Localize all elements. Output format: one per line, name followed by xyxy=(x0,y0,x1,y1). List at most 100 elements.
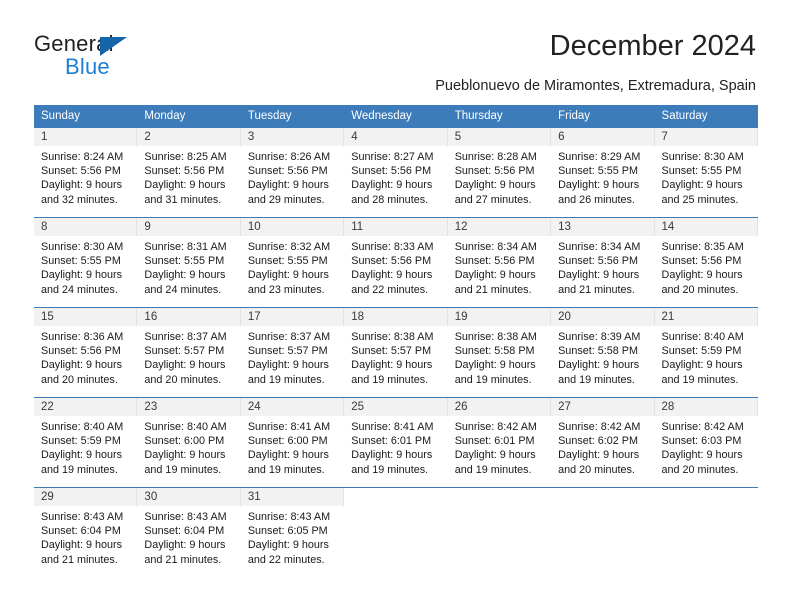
sunrise-text: Sunrise: 8:43 AM xyxy=(41,511,124,523)
calendar-day-cell[interactable]: 7 Sunrise: 8:30 AM Sunset: 5:55 PM Daylight… xyxy=(654,127,758,218)
calendar-empty-cell xyxy=(344,487,448,577)
sunset-text: Sunset: 5:56 PM xyxy=(454,255,535,268)
calendar-day-cell[interactable]: 8 Sunrise: 8:30 AM Sunset: 5:55 PM Daylight… xyxy=(34,217,138,308)
daylight-text-line1: Daylight: 9 hours xyxy=(41,269,123,282)
day-details xyxy=(551,506,654,510)
sunset-text: Sunset: 5:56 PM xyxy=(41,165,121,178)
daylight-text-line2: and 20 minutes. xyxy=(661,463,739,476)
day-details: Sunrise: 8:33 AM Sunset: 5:56 PM Daylight:… xyxy=(344,236,447,297)
calendar-empty-cell xyxy=(447,487,552,577)
daylight-text-line2: and 19 minutes. xyxy=(454,373,532,386)
sunset-text: Sunset: 5:56 PM xyxy=(351,255,432,268)
calendar-day-cell[interactable]: 27 Sunrise: 8:42 AM Sunset: 6:02 PM Dayligh… xyxy=(551,397,655,488)
day-number: 2 xyxy=(137,128,241,146)
daylight-text-line2: and 19 minutes. xyxy=(661,373,739,386)
calendar-day-cell[interactable]: 2 Sunrise: 8:25 AM Sunset: 5:56 PM Daylight… xyxy=(137,127,241,218)
calendar-day-cell[interactable]: 18 Sunrise: 8:38 AM Sunset: 5:57 PM Dayligh… xyxy=(344,307,448,398)
day-details: Sunrise: 8:38 AM Sunset: 5:57 PM Daylight:… xyxy=(344,326,447,387)
daylight-text-line1: Daylight: 9 hours xyxy=(351,359,433,372)
calendar-day-cell[interactable]: 17 Sunrise: 8:37 AM Sunset: 5:57 PM Dayligh… xyxy=(240,307,345,398)
day-number: 17 xyxy=(240,308,345,326)
day-number: 19 xyxy=(447,308,552,326)
day-number xyxy=(344,488,448,506)
day-details: Sunrise: 8:26 AM Sunset: 5:56 PM Daylight:… xyxy=(241,146,344,207)
daylight-text-line1: Daylight: 9 hours xyxy=(351,179,433,192)
sunrise-text: Sunrise: 8:29 AM xyxy=(558,151,641,163)
daylight-text-line1: Daylight: 9 hours xyxy=(558,179,640,192)
day-details xyxy=(655,506,758,510)
calendar-day-cell[interactable]: 30 Sunrise: 8:43 AM Sunset: 6:04 PM Dayligh… xyxy=(137,487,241,577)
sunset-text: Sunset: 5:55 PM xyxy=(558,165,638,178)
day-number: 18 xyxy=(344,308,448,326)
sunrise-text: Sunrise: 8:31 AM xyxy=(144,241,227,253)
day-details: Sunrise: 8:32 AM Sunset: 5:55 PM Daylight:… xyxy=(241,236,344,297)
sunrise-text: Sunrise: 8:42 AM xyxy=(454,421,537,433)
daylight-text-line2: and 19 minutes. xyxy=(454,463,532,476)
daylight-text-line1: Daylight: 9 hours xyxy=(247,359,329,372)
calendar-day-cell[interactable]: 26 Sunrise: 8:42 AM Sunset: 6:01 PM Dayligh… xyxy=(447,397,552,488)
day-number: 15 xyxy=(34,308,138,326)
calendar-day-cell[interactable]: 5 Sunrise: 8:28 AM Sunset: 5:56 PM Daylight… xyxy=(447,127,552,218)
calendar-body: 1 Sunrise: 8:24 AM Sunset: 5:56 PM Daylight… xyxy=(34,127,758,577)
calendar-day-cell[interactable]: 3 Sunrise: 8:26 AM Sunset: 5:56 PM Daylight… xyxy=(240,127,345,218)
calendar-day-cell[interactable]: 20 Sunrise: 8:39 AM Sunset: 5:58 PM Dayligh… xyxy=(551,307,655,398)
calendar-day-cell[interactable]: 14 Sunrise: 8:35 AM Sunset: 5:56 PM Dayligh… xyxy=(654,217,758,308)
calendar-day-cell[interactable]: 24 Sunrise: 8:41 AM Sunset: 6:00 PM Dayligh… xyxy=(240,397,345,488)
calendar-day-cell[interactable]: 23 Sunrise: 8:40 AM Sunset: 6:00 PM Dayligh… xyxy=(137,397,241,488)
calendar-day-cell[interactable]: 22 Sunrise: 8:40 AM Sunset: 5:59 PM Dayligh… xyxy=(34,397,138,488)
calendar-day-cell[interactable]: 29 Sunrise: 8:43 AM Sunset: 6:04 PM Dayligh… xyxy=(34,487,138,577)
sunset-text: Sunset: 5:56 PM xyxy=(41,345,121,358)
daylight-text-line1: Daylight: 9 hours xyxy=(247,269,329,282)
day-number: 14 xyxy=(654,218,758,236)
calendar-day-cell[interactable]: 31 Sunrise: 8:43 AM Sunset: 6:05 PM Dayligh… xyxy=(240,487,345,577)
calendar-day-cell[interactable]: 1 Sunrise: 8:24 AM Sunset: 5:56 PM Daylight… xyxy=(34,127,138,218)
day-number: 31 xyxy=(240,488,345,506)
daylight-text-line2: and 21 minutes. xyxy=(144,553,222,566)
sunset-text: Sunset: 5:56 PM xyxy=(144,165,225,178)
day-details: Sunrise: 8:43 AM Sunset: 6:05 PM Daylight:… xyxy=(241,506,344,567)
day-number: 9 xyxy=(137,218,241,236)
sunrise-text: Sunrise: 8:33 AM xyxy=(351,241,434,253)
day-details: Sunrise: 8:27 AM Sunset: 5:56 PM Daylight:… xyxy=(344,146,447,207)
daylight-text-line2: and 24 minutes. xyxy=(41,283,118,296)
day-number: 16 xyxy=(137,308,241,326)
calendar-day-cell[interactable]: 25 Sunrise: 8:41 AM Sunset: 6:01 PM Dayligh… xyxy=(344,397,448,488)
day-number: 1 xyxy=(34,128,138,146)
daylight-text-line1: Daylight: 9 hours xyxy=(454,269,536,282)
sunset-text: Sunset: 6:05 PM xyxy=(247,525,328,538)
calendar-day-cell[interactable]: 19 Sunrise: 8:38 AM Sunset: 5:58 PM Dayligh… xyxy=(447,307,552,398)
sunset-text: Sunset: 5:58 PM xyxy=(454,345,535,358)
daylight-text-line1: Daylight: 9 hours xyxy=(144,269,226,282)
calendar-day-cell[interactable]: 11 Sunrise: 8:33 AM Sunset: 5:56 PM Dayligh… xyxy=(344,217,448,308)
sunrise-text: Sunrise: 8:30 AM xyxy=(41,241,124,253)
daylight-text-line2: and 19 minutes. xyxy=(351,463,429,476)
day-number: 25 xyxy=(344,398,448,416)
calendar-day-cell[interactable]: 9 Sunrise: 8:31 AM Sunset: 5:55 PM Daylight… xyxy=(137,217,241,308)
calendar-day-cell[interactable]: 12 Sunrise: 8:34 AM Sunset: 5:56 PM Dayligh… xyxy=(447,217,552,308)
day-number xyxy=(654,488,758,506)
weekday-header-sunday: Sunday xyxy=(34,105,138,128)
daylight-text-line1: Daylight: 9 hours xyxy=(144,539,226,552)
day-number: 6 xyxy=(551,128,655,146)
calendar-day-cell[interactable]: 21 Sunrise: 8:40 AM Sunset: 5:59 PM Dayligh… xyxy=(654,307,758,398)
day-details: Sunrise: 8:30 AM Sunset: 5:55 PM Daylight:… xyxy=(655,146,758,207)
calendar-day-cell[interactable]: 15 Sunrise: 8:36 AM Sunset: 5:56 PM Dayligh… xyxy=(34,307,138,398)
daylight-text-line2: and 29 minutes. xyxy=(247,193,325,206)
calendar-week-row: 8 Sunrise: 8:30 AM Sunset: 5:55 PM Daylight… xyxy=(34,217,758,308)
sunset-text: Sunset: 5:57 PM xyxy=(351,345,432,358)
calendar-day-cell[interactable]: 6 Sunrise: 8:29 AM Sunset: 5:55 PM Daylight… xyxy=(551,127,655,218)
sunrise-text: Sunrise: 8:42 AM xyxy=(661,421,744,433)
calendar-day-cell[interactable]: 4 Sunrise: 8:27 AM Sunset: 5:56 PM Daylight… xyxy=(344,127,448,218)
calendar-day-cell[interactable]: 10 Sunrise: 8:32 AM Sunset: 5:55 PM Dayligh… xyxy=(240,217,345,308)
daylight-text-line2: and 25 minutes. xyxy=(661,193,739,206)
sunset-text: Sunset: 5:55 PM xyxy=(247,255,328,268)
calendar-day-cell[interactable]: 28 Sunrise: 8:42 AM Sunset: 6:03 PM Dayligh… xyxy=(654,397,758,488)
sunset-text: Sunset: 5:56 PM xyxy=(661,255,742,268)
calendar-day-cell[interactable]: 13 Sunrise: 8:34 AM Sunset: 5:56 PM Dayligh… xyxy=(551,217,655,308)
day-details: Sunrise: 8:37 AM Sunset: 5:57 PM Daylight:… xyxy=(137,326,240,387)
daylight-text-line1: Daylight: 9 hours xyxy=(661,179,743,192)
calendar-day-cell[interactable]: 16 Sunrise: 8:37 AM Sunset: 5:57 PM Dayligh… xyxy=(137,307,241,398)
general-blue-logo: General Blue xyxy=(34,31,214,81)
weekday-header-saturday: Saturday xyxy=(654,105,758,128)
sunset-text: Sunset: 5:56 PM xyxy=(351,165,432,178)
